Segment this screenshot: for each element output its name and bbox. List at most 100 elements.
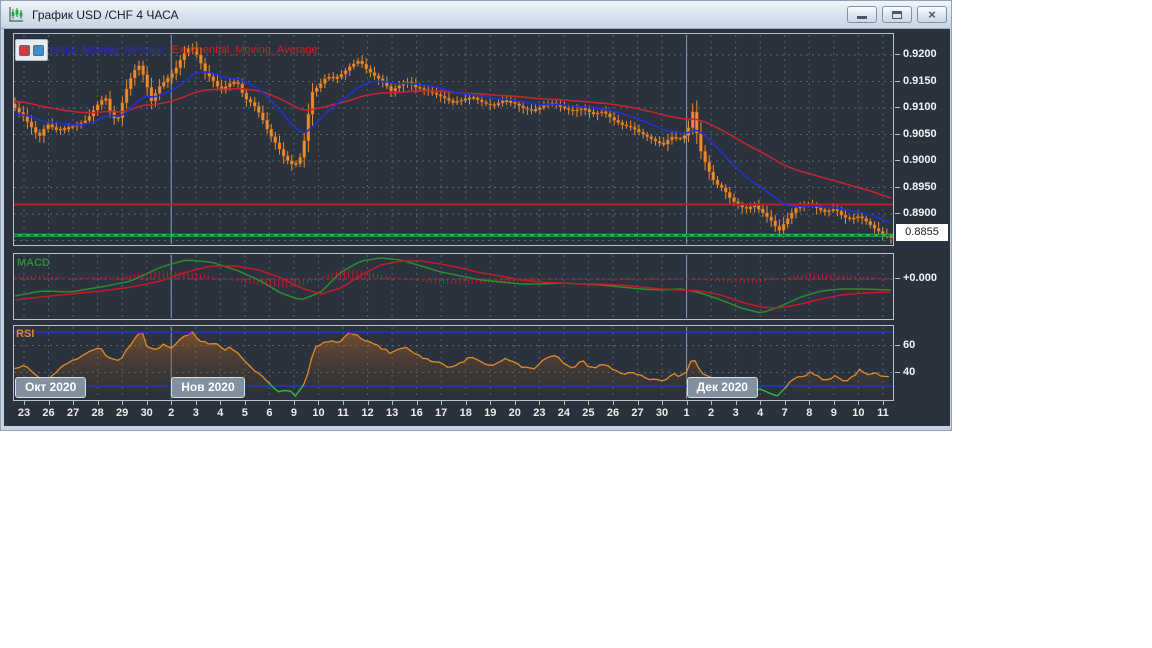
time-tick-label: 3	[192, 407, 199, 419]
time-tick	[784, 401, 786, 405]
candlestick-chart-icon	[8, 6, 25, 23]
time-tick-label: 2	[168, 407, 175, 419]
macd-label: MACD	[17, 257, 50, 269]
month-badge: Окт 2020	[15, 377, 87, 398]
time-tick-label: 23	[17, 407, 31, 419]
time-tick	[588, 401, 590, 405]
time-tick-label: 7	[781, 407, 788, 419]
time-tick	[392, 401, 394, 405]
month-badge: Нов 2020	[171, 377, 245, 398]
time-tick-label: 5	[241, 407, 248, 419]
time-tick-label: 27	[66, 407, 80, 419]
time-tick	[637, 401, 639, 405]
time-tick-label: 17	[435, 407, 448, 419]
red-square-button[interactable]	[19, 44, 30, 56]
month-badge: Дек 2020	[686, 377, 758, 398]
time-tick	[73, 401, 75, 405]
price-tick-label: 0.9050	[895, 127, 937, 140]
time-tick-label: 27	[631, 407, 644, 419]
time-tick	[760, 401, 762, 405]
time-tick-label: 8	[806, 407, 813, 419]
time-tick-label: 29	[116, 407, 129, 419]
macd-chart-svg[interactable]	[14, 254, 893, 319]
price-tick-label: 0.8950	[895, 180, 937, 193]
time-tick	[833, 401, 835, 405]
time-tick	[146, 401, 148, 405]
time-tick	[343, 401, 345, 405]
time-tick	[465, 401, 467, 405]
time-tick	[514, 401, 516, 405]
macd-grid	[23, 255, 884, 318]
time-tick-label: 20	[508, 407, 521, 419]
rsi-tick-label: 40	[894, 365, 916, 378]
time-tick	[662, 401, 664, 405]
rsi-chart-svg[interactable]	[14, 326, 893, 400]
time-tick-label: 30	[655, 407, 669, 419]
time-tick-label: 11	[877, 407, 889, 419]
minimize-icon	[857, 16, 867, 19]
time-tick-label: 23	[533, 407, 546, 419]
time-tick	[171, 401, 173, 405]
macd-zero-label: +0.000	[895, 272, 937, 284]
time-tick	[24, 401, 25, 405]
rsi-panel[interactable]	[13, 325, 894, 401]
price-chart-svg[interactable]	[14, 34, 893, 245]
main-grid	[23, 35, 884, 244]
close-button[interactable]: ×	[917, 6, 947, 23]
time-tick-label: 30	[140, 407, 153, 419]
time-tick-label: 9	[830, 407, 837, 419]
time-tick	[293, 401, 295, 405]
main-chart-panel[interactable]	[13, 33, 894, 246]
time-tick	[318, 401, 320, 405]
time-tick-label: 6	[266, 407, 273, 419]
window-controls: ×	[847, 6, 947, 23]
chart-window: График USD /CHF 4 ЧАСА × ential_Moving_A…	[0, 0, 952, 431]
time-tick-label: 11	[337, 407, 349, 419]
price-tick-label: 0.9000	[895, 154, 937, 166]
time-tick-label: 1	[683, 407, 690, 419]
minimize-button[interactable]	[847, 6, 877, 23]
candles-layer	[14, 47, 893, 238]
maximize-button[interactable]	[882, 6, 912, 23]
time-tick	[416, 401, 418, 405]
time-tick	[858, 401, 860, 405]
time-tick-label: 28	[91, 407, 104, 419]
maximize-icon	[892, 10, 902, 19]
rsi-label: RSI	[16, 328, 35, 340]
time-tick-label: 26	[606, 407, 620, 419]
time-tick	[220, 401, 222, 405]
time-tick	[122, 401, 124, 405]
time-tick-label: 16	[410, 407, 423, 419]
time-tick	[882, 401, 884, 405]
ema-red-legend-label: Exponential_Moving_Average	[171, 44, 318, 56]
legend-buttons-chip	[15, 39, 48, 61]
time-tick	[563, 401, 565, 405]
macd-panel[interactable]	[13, 253, 894, 320]
price-tick-label: 0.9200	[895, 48, 937, 60]
price-axis[interactable]: 0.8855 0.9200 0.9150 0.9100 0.9050 0.9000 0.8…	[894, 29, 950, 426]
time-tick	[195, 401, 197, 405]
time-tick-label: 26	[42, 407, 55, 419]
current-price-box: 0.8855	[896, 224, 948, 241]
window-title: График USD /CHF 4 ЧАСА	[32, 7, 179, 22]
time-tick-label: 9	[290, 407, 297, 419]
ema-blue-legend-label: ential_Moving_Average	[50, 44, 165, 56]
time-tick-label: 18	[459, 407, 472, 419]
time-tick	[735, 401, 737, 405]
time-tick	[97, 401, 99, 405]
time-axis[interactable]: 23 26 27 28 29 30 2 3 4 5 6 9 10 11 12 13 16 17 18 19 20 23 24…	[1, 401, 947, 426]
time-tick	[269, 401, 271, 405]
time-tick-label: 10	[852, 407, 865, 419]
time-tick-label: 12	[361, 407, 374, 419]
time-tick	[441, 401, 443, 405]
indicator-legend: ential_Moving_Average Exponential_Moving…	[15, 39, 318, 61]
price-tick-label: 0.9100	[895, 101, 937, 113]
time-tick	[686, 401, 688, 405]
window-titlebar[interactable]: График USD /CHF 4 ЧАСА ×	[1, 1, 951, 29]
time-tick-label: 4	[757, 407, 764, 419]
time-tick-label: 19	[484, 407, 497, 419]
time-tick-label: 3	[732, 407, 739, 419]
time-tick-label: 2	[708, 407, 715, 419]
blue-square-button[interactable]	[33, 44, 44, 56]
price-tick-label: 0.8900	[895, 207, 937, 219]
